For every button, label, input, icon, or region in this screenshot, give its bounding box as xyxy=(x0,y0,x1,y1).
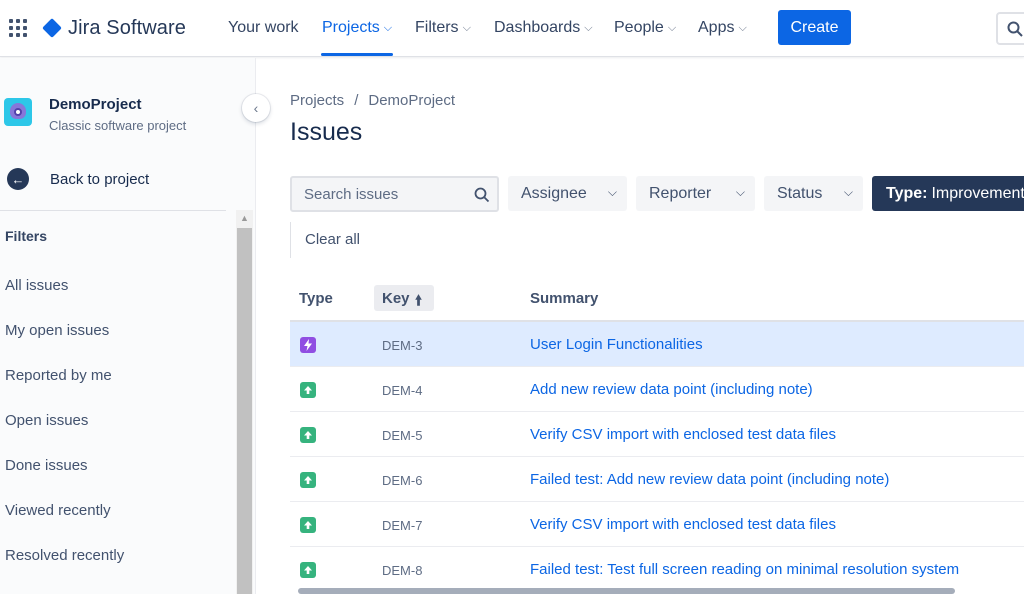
reporter-filter-button[interactable]: Reporter ⌵ xyxy=(636,176,755,211)
nav-filters[interactable]: Filters ⌵ xyxy=(415,17,471,39)
issue-key[interactable]: DEM-5 xyxy=(382,428,422,443)
sidebar-item-reported-by-me[interactable]: Reported by me xyxy=(5,367,112,384)
sidebar-item-done-issues[interactable]: Done issues xyxy=(5,457,88,474)
sidebar-item-my-open-issues[interactable]: My open issues xyxy=(5,322,109,339)
status-filter-label: Status xyxy=(777,184,823,202)
create-button[interactable]: Create xyxy=(778,10,851,45)
type-filter-button[interactable]: Type: Improvement xyxy=(872,176,1024,211)
search-issues-input[interactable] xyxy=(304,184,464,204)
nav-apps-label: Apps xyxy=(698,19,735,36)
column-header-key-label: Key xyxy=(382,290,410,307)
chevron-down-icon: ⌵ xyxy=(584,21,593,34)
project-name: DemoProject xyxy=(49,96,142,113)
horizontal-scrollbar[interactable] xyxy=(298,588,955,594)
nav-dashboards[interactable]: Dashboards ⌵ xyxy=(494,17,593,39)
table-row[interactable]: DEM-8 Failed test: Test full screen read… xyxy=(290,547,1024,592)
breadcrumb-demoproject[interactable]: DemoProject xyxy=(368,92,455,109)
table-row[interactable]: DEM-3 User Login Functionalities xyxy=(290,322,1024,367)
sidebar-divider xyxy=(0,210,226,211)
breadcrumb: Projects / DemoProject xyxy=(290,92,455,109)
table-row[interactable]: DEM-4 Add new review data point (includi… xyxy=(290,367,1024,412)
improvement-arrow-up-icon xyxy=(300,382,316,398)
project-avatar xyxy=(4,98,32,126)
sidebar-item-viewed-recently[interactable]: Viewed recently xyxy=(5,502,111,519)
back-to-project-label: Back to project xyxy=(50,170,150,188)
arrow-left-icon: ← xyxy=(7,168,29,190)
sidebar-scrollbar-thumb[interactable] xyxy=(237,228,252,594)
filters-heading: Filters xyxy=(5,228,48,244)
table-row[interactable]: DEM-7 Verify CSV import with enclosed te… xyxy=(290,502,1024,547)
issue-key[interactable]: DEM-6 xyxy=(382,473,422,488)
sidebar-item-resolved-recently[interactable]: Resolved recently xyxy=(5,547,124,564)
search-icon xyxy=(1007,21,1023,37)
issue-summary-link[interactable]: User Login Functionalities xyxy=(530,336,703,353)
top-navigation: Jira Software Your work Projects ⌵ Filte… xyxy=(0,0,1024,57)
chevron-down-icon: ⌵ xyxy=(383,21,393,34)
search-issues-box[interactable] xyxy=(290,176,499,212)
issue-key[interactable]: DEM-8 xyxy=(382,563,422,578)
nav-apps[interactable]: Apps ⌵ xyxy=(698,17,747,39)
global-search-input[interactable] xyxy=(996,12,1024,45)
chevron-down-icon: ⌵ xyxy=(667,21,677,34)
back-to-project-link[interactable]: ← Back to project xyxy=(7,168,149,190)
improvement-arrow-up-icon xyxy=(300,472,316,488)
status-filter-button[interactable]: Status ⌵ xyxy=(764,176,863,211)
brand-name: Jira Software xyxy=(68,16,187,39)
nav-your-work-label: Your work xyxy=(228,19,299,36)
chevron-down-icon: ⌵ xyxy=(843,185,853,199)
sidebar-item-open-issues[interactable]: Open issues xyxy=(5,412,88,429)
issue-key[interactable]: DEM-3 xyxy=(382,338,422,353)
active-nav-indicator xyxy=(321,53,393,56)
arrow-up-icon: 🠙 xyxy=(415,292,423,308)
improvement-arrow-up-icon xyxy=(300,427,316,443)
assignee-filter-button[interactable]: Assignee ⌵ xyxy=(508,176,627,211)
jira-logo[interactable]: Jira Software xyxy=(42,14,186,42)
table-row[interactable]: DEM-6 Failed test: Add new review data p… xyxy=(290,457,1024,502)
diamond-logo-icon xyxy=(42,18,62,38)
issue-summary-link[interactable]: Verify CSV import with enclosed test dat… xyxy=(530,426,836,443)
nav-dashboards-label: Dashboards xyxy=(494,19,581,36)
nav-projects-label: Projects xyxy=(322,19,380,36)
type-filter-prefix: Type: xyxy=(886,184,928,202)
chevron-down-icon: ⌵ xyxy=(735,185,745,199)
clear-all-button[interactable]: Clear all xyxy=(305,231,360,248)
column-header-summary[interactable]: Summary xyxy=(530,290,598,307)
sidebar-item-all-issues[interactable]: All issues xyxy=(5,277,68,294)
page-title: Issues xyxy=(290,118,363,146)
issue-summary-link[interactable]: Add new review data point (including not… xyxy=(530,381,813,398)
improvement-arrow-up-icon xyxy=(300,517,316,533)
table-row[interactable]: DEM-5 Verify CSV import with enclosed te… xyxy=(290,412,1024,457)
chevron-down-icon: ⌵ xyxy=(607,185,617,199)
search-icon xyxy=(474,187,490,203)
issue-key[interactable]: DEM-4 xyxy=(382,383,422,398)
issue-summary-link[interactable]: Verify CSV import with enclosed test dat… xyxy=(530,516,836,533)
nav-people-label: People xyxy=(614,19,664,36)
filter-divider xyxy=(290,222,291,258)
project-sidebar: DemoProject Classic software project ← B… xyxy=(0,58,256,594)
scroll-up-arrow-icon[interactable]: ▲ xyxy=(236,210,253,226)
nav-filters-label: Filters xyxy=(415,19,459,36)
chevron-left-icon: ‹ xyxy=(253,100,259,116)
reporter-filter-label: Reporter xyxy=(649,184,712,202)
improvement-arrow-up-icon xyxy=(300,562,316,578)
issue-summary-link[interactable]: Failed test: Add new review data point (… xyxy=(530,471,889,488)
nav-projects[interactable]: Projects ⌵ xyxy=(322,17,392,39)
issue-key[interactable]: DEM-7 xyxy=(382,518,422,533)
epic-lightning-icon xyxy=(300,337,316,353)
breadcrumb-projects[interactable]: Projects xyxy=(290,92,344,109)
breadcrumb-separator: / xyxy=(354,92,359,109)
app-switcher-grid-icon[interactable] xyxy=(9,19,27,37)
collapse-sidebar-button[interactable]: ‹ xyxy=(242,94,270,122)
chevron-down-icon: ⌵ xyxy=(738,21,747,34)
column-header-type[interactable]: Type xyxy=(299,290,333,307)
issue-summary-link[interactable]: Failed test: Test full screen reading on… xyxy=(530,561,959,578)
nav-your-work[interactable]: Your work xyxy=(228,17,299,39)
chevron-down-icon: ⌵ xyxy=(462,21,471,34)
nav-people[interactable]: People ⌵ xyxy=(614,17,676,39)
type-filter-value: Improvement xyxy=(931,184,1024,202)
project-type: Classic software project xyxy=(49,118,187,133)
assignee-filter-label: Assignee xyxy=(521,184,587,202)
